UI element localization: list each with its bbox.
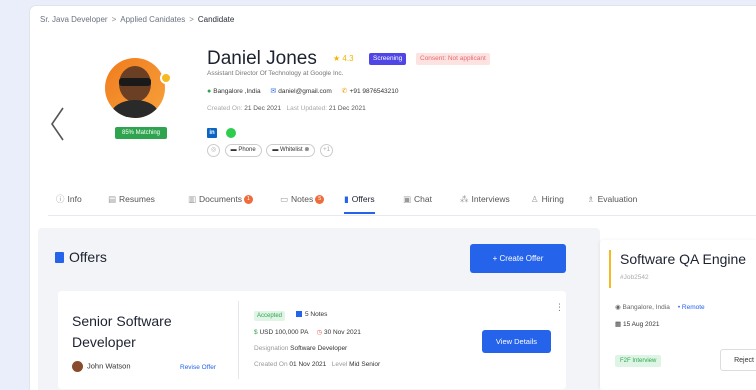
calendar-icon: ▦ [615,321,622,328]
accent-bar [609,250,611,288]
pill-whitelist[interactable]: ▬ Whitelist ⊗ [266,144,316,157]
related-job-location: ◉ Bangalore, India • Remote [615,304,705,311]
tab-chat[interactable]: ▣ Chat [403,192,432,214]
updated-label: Last Updated [286,105,326,112]
reject-button[interactable]: Reject [720,349,756,371]
breadcrumb-current: Candidate [197,15,235,24]
rating: ★ 4.3 [333,54,354,63]
offer-designation: Designation Software Developer [254,345,348,352]
location-pin-icon: ◉ [615,304,621,311]
phone[interactable]: +91 9876543210 [350,88,399,95]
offer-salary: USD 100,000 PA [259,329,309,336]
evaluation-icon: ♗ [587,194,595,204]
breadcrumb-job[interactable]: Sr. Java Developer [40,15,108,24]
interview-type-badge: F2F Interview [615,355,662,367]
tab-bar: ⓘ Info ▤ Resumes ▥ Documents 1 ▭ Notes 5 ▮ Offe… [48,192,756,216]
rating-value: 4.3 [342,54,354,63]
notes-icon: ▭ [280,194,289,204]
document-icon [55,252,64,263]
breadcrumb-applied[interactable]: Applied Canidates [120,15,185,24]
interviews-icon: ⁂ [460,194,469,204]
notes-icon [296,311,302,318]
related-job-title[interactable]: Software QA Engine [620,251,746,267]
status-badge: Screening [369,53,407,65]
offer-status-badge: Accepted [254,311,286,321]
offers-heading: Offers [55,249,107,265]
pill-more[interactable]: +1 [320,144,334,157]
view-details-button[interactable]: View Details [482,330,551,353]
tab-offers[interactable]: ▮ Offers [344,192,375,214]
offer-recruiter: John Watson [72,361,131,372]
offer-date: 30 Nov 2021 [323,329,361,336]
add-channel-icon[interactable]: ◎ [207,144,220,157]
more-options-icon[interactable]: ⋮ [555,302,564,313]
match-badge: 85% Matching [115,127,167,139]
email[interactable]: daniel@gmail.com [278,88,332,95]
info-icon: ⓘ [56,194,65,204]
tab-notes[interactable]: ▭ Notes 5 [280,192,325,214]
created-date: 21 Dec 2021 [244,105,282,112]
dollar-icon: $ [254,329,258,336]
created-label: Created On [207,105,241,112]
social-links: in [207,124,236,138]
offers-icon: ▮ [344,194,349,204]
pill-phone[interactable]: ▬ Phone [224,144,262,157]
whatsapp-icon[interactable] [226,127,236,138]
avatar [105,58,165,118]
phone-icon: ✆ [341,88,348,95]
tab-resumes[interactable]: ▤ Resumes [108,192,155,214]
divider [238,301,239,379]
updated-date: 21 Dec 2021 [328,105,366,112]
documents-icon: ▥ [188,194,197,204]
documents-count: 1 [244,195,254,205]
notes-count: 5 [315,195,325,205]
tab-interviews[interactable]: ⁂ Interviews [460,192,510,214]
related-job-date: ▦ 15 Aug 2021 [615,321,660,328]
candidate-title: Assistant Director Of Technology at Goog… [207,70,344,77]
resume-icon: ▤ [108,194,117,204]
consent-badge: Consent: Not applicant [416,53,490,65]
linkedin-icon[interactable]: in [207,127,217,138]
hiring-icon: ♙ [531,194,539,204]
tab-evaluation[interactable]: ♗ Evaluation [587,192,637,214]
recruiter-avatar [72,361,83,372]
location: Bangalore ,India [213,88,261,95]
offer-job-title: Senior Software Developer [72,313,172,350]
tab-documents[interactable]: ▥ Documents 1 [188,192,254,214]
revise-offer-link[interactable]: Revise Offer [180,364,216,371]
channel-pills: ◎ ▬ Phone ▬ Whitelist ⊗ +1 [207,144,336,158]
related-job-id: #Job2542 [620,274,649,281]
email-icon: ✉ [270,88,277,95]
tab-hiring[interactable]: ♙ Hiring [531,192,564,214]
edit-avatar-icon[interactable] [160,72,172,84]
tab-info[interactable]: ⓘ Info [56,192,82,214]
dates-row: Created On: 21 Dec 2021 Last Updated: 21… [207,105,366,112]
close-icon: ⊗ [304,147,310,153]
location-pin-icon: ● [207,88,212,95]
breadcrumb: Sr. Java Developer > Applied Canidates > Can… [40,15,235,24]
create-offer-button[interactable]: + Create Offer [470,244,566,273]
app-frame: Sr. Java Developer > Applied Canidates > Can… [30,6,756,390]
offer-created: Created On 01 Nov 2021 Level Mid Senior [254,361,381,368]
chat-icon: ▣ [403,194,412,204]
chevron-left-icon[interactable] [48,106,68,142]
star-icon: ★ [333,54,341,63]
offer-salary-row: $ USD 100,000 PA ◷ 30 Nov 2021 [254,328,361,336]
offer-notes[interactable]: 5 Notes [296,311,327,318]
candidate-name: Daniel Jones [207,48,317,69]
contact-row: ● Bangalore ,India ✉ daniel@gmail.com ✆ +91… [207,87,399,95]
clock-icon: ◷ [316,329,323,336]
remote-label: • Remote [677,304,705,311]
